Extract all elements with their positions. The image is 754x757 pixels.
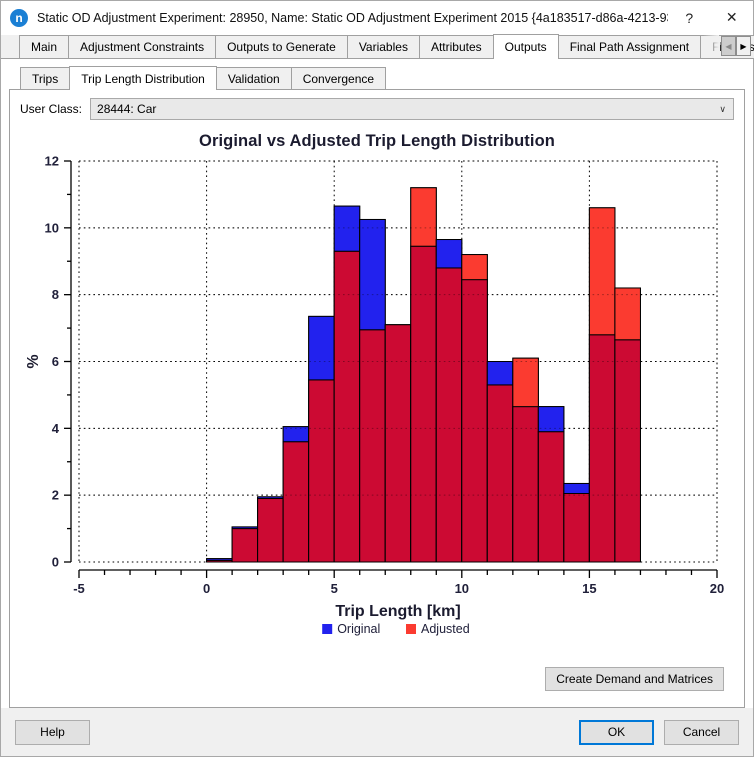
- bar-overlap: [410, 245, 437, 563]
- cancel-button[interactable]: Cancel: [664, 719, 739, 745]
- tab-outputs-to-generate[interactable]: Outputs to Generate: [215, 35, 348, 58]
- x-tick-label: 20: [710, 581, 724, 596]
- bar-overlap: [257, 498, 284, 563]
- bar-overlap: [486, 384, 514, 563]
- x-tick-label: 5: [331, 581, 338, 596]
- y-axis-label: %: [25, 354, 42, 368]
- tab-final-path-assignment[interactable]: Final Path Assignment: [557, 35, 702, 58]
- tabstrip-scroll-controls: ◀ ▶: [721, 36, 751, 56]
- bar-original-excess: [333, 205, 361, 252]
- y-tick-label: 12: [45, 154, 59, 169]
- y-tick-label: 10: [45, 220, 59, 235]
- bar-overlap: [614, 339, 641, 563]
- bar-original-excess: [359, 218, 386, 331]
- x-tick-label: 0: [203, 581, 210, 596]
- bar-overlap: [359, 329, 386, 563]
- tab-adjustment-constraints[interactable]: Adjustment Constraints: [68, 35, 217, 58]
- bar-overlap: [563, 492, 590, 563]
- dialog-window: n Static OD Adjustment Experiment: 28950…: [0, 0, 754, 757]
- outputs-pane: Trips Trip Length Distribution Validatio…: [1, 59, 753, 708]
- tab-validation[interactable]: Validation: [215, 67, 292, 89]
- x-tick-label: -5: [73, 581, 85, 596]
- dialog-footer: Help OK Cancel: [1, 708, 753, 756]
- inner-tabstrip: Trips Trip Length Distribution Validatio…: [9, 66, 745, 90]
- user-class-label: User Class:: [20, 102, 83, 116]
- tab-convergence[interactable]: Convergence: [290, 67, 387, 89]
- legend-item-adjusted-swatch: [406, 624, 416, 634]
- tabstrip-fade: [703, 35, 719, 58]
- close-icon[interactable]: ✕: [710, 1, 753, 35]
- ok-button[interactable]: OK: [579, 719, 654, 745]
- user-class-value: 28444: Car: [97, 102, 157, 116]
- bar-original-excess: [563, 482, 590, 494]
- bar-original-excess: [486, 361, 514, 386]
- x-tick-label: 15: [582, 581, 596, 596]
- bar-original-excess: [231, 526, 259, 530]
- app-icon: n: [10, 8, 28, 27]
- tab-trips[interactable]: Trips: [20, 67, 71, 89]
- bar-overlap: [231, 528, 259, 563]
- y-tick-label: 6: [52, 354, 59, 369]
- scroll-left-icon[interactable]: ◀: [721, 36, 736, 56]
- bar-overlap: [384, 324, 412, 563]
- trip-length-histogram: 0 2 4 6 8 10 12 -5 0 5 10 15 20 Trip Length [km]% Orig…: [25, 154, 724, 637]
- bar-original-excess: [282, 426, 310, 443]
- bar-adjusted-excess: [461, 254, 488, 281]
- bar-overlap: [512, 406, 539, 563]
- chart-container: Original vs Adjusted Trip Length Distrib…: [20, 126, 734, 661]
- y-tick-label: 8: [52, 287, 59, 302]
- bar-adjusted-excess: [410, 187, 437, 247]
- user-class-select[interactable]: 28444: Car ∨: [90, 98, 734, 120]
- bar-original-excess: [206, 558, 233, 561]
- y-tick-label: 2: [52, 488, 59, 503]
- help-button[interactable]: Help: [15, 719, 90, 745]
- bar-adjusted-excess: [588, 207, 616, 336]
- create-demand-row: Create Demand and Matrices: [20, 661, 734, 699]
- bar-original-excess: [435, 239, 463, 269]
- create-demand-and-matrices-button[interactable]: Create Demand and Matrices: [545, 667, 724, 691]
- bar-overlap: [461, 279, 488, 563]
- legend-item-original-swatch: [322, 624, 333, 634]
- y-tick-label: 0: [52, 555, 59, 570]
- outer-tabstrip: Main Adjustment Constraints Outputs to G…: [1, 34, 754, 59]
- scroll-right-icon[interactable]: ▶: [736, 36, 751, 56]
- bar-overlap: [537, 431, 565, 563]
- x-axis-label: Trip Length [km]: [335, 603, 460, 620]
- title-bar: n Static OD Adjustment Experiment: 28950…: [1, 1, 753, 35]
- chart-title: Original vs Adjusted Trip Length Distrib…: [199, 132, 555, 150]
- window-title: Static OD Adjustment Experiment: 28950, …: [37, 10, 668, 25]
- user-class-row: User Class: 28444: Car ∨: [20, 98, 734, 120]
- x-tick-label: 10: [455, 581, 469, 596]
- tab-variables[interactable]: Variables: [346, 35, 420, 58]
- bar-original-excess: [308, 315, 335, 381]
- help-title-button[interactable]: ?: [668, 1, 711, 35]
- bar-adjusted-excess: [512, 357, 539, 408]
- legend-item-adjusted-label: Adjusted: [421, 622, 470, 636]
- bar-original-excess: [257, 496, 284, 500]
- tab-trip-length-distribution[interactable]: Trip Length Distribution: [69, 66, 217, 90]
- tab-main[interactable]: Main: [19, 35, 70, 58]
- bar-adjusted-excess: [614, 287, 641, 341]
- tab-outputs[interactable]: Outputs: [492, 34, 559, 59]
- bar-overlap: [435, 267, 463, 563]
- y-tick-label: 4: [52, 421, 60, 436]
- trip-length-distribution-panel: User Class: 28444: Car ∨ Original vs Adj…: [9, 89, 745, 708]
- bar-overlap: [282, 441, 310, 563]
- chevron-down-icon: ∨: [719, 103, 726, 114]
- bar-overlap: [588, 334, 616, 563]
- tab-attributes[interactable]: Attributes: [418, 35, 494, 58]
- legend-item-original-label: Original: [337, 622, 380, 636]
- bar-overlap: [308, 379, 335, 563]
- bar-overlap: [333, 250, 361, 563]
